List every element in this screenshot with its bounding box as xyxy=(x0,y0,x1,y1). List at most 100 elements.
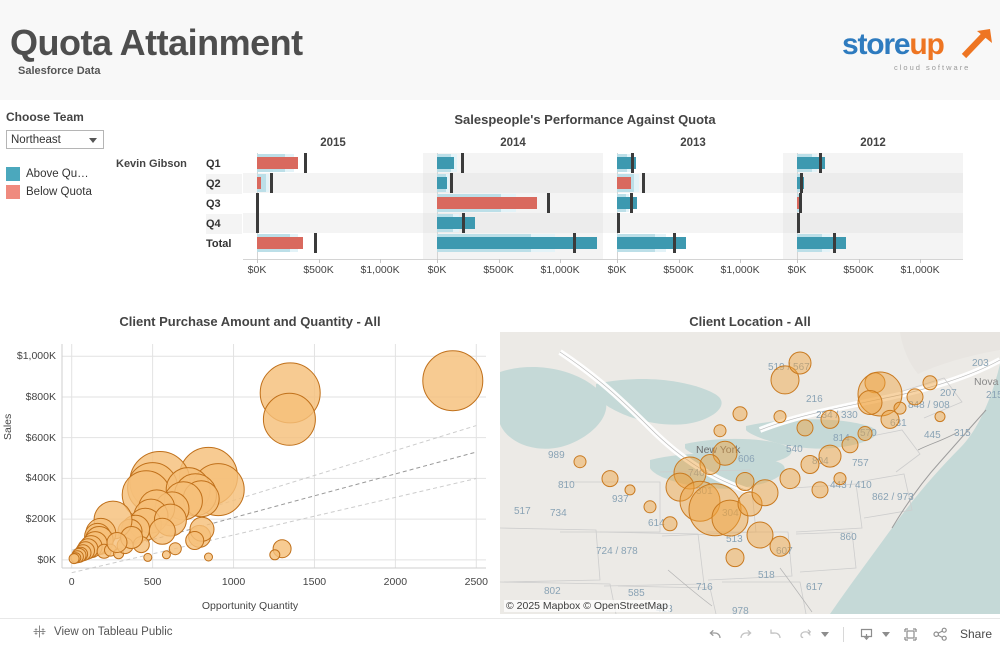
bullet-target-tick xyxy=(629,193,633,213)
bullet-target-tick xyxy=(642,173,646,193)
bullet-axis-tick-label: $500K xyxy=(843,264,874,276)
map-point[interactable] xyxy=(818,444,842,468)
map-point[interactable] xyxy=(841,436,859,454)
scatter-point[interactable] xyxy=(68,553,80,565)
scatter-point[interactable] xyxy=(422,350,484,412)
map-point[interactable] xyxy=(779,468,801,490)
view-on-tableau-public-link[interactable]: View on Tableau Public xyxy=(32,624,173,639)
bullet-target-tick xyxy=(797,213,801,233)
map-point[interactable] xyxy=(573,455,587,469)
bullet-axis: $0K $500K $1,000K xyxy=(243,259,423,281)
redo-button[interactable] xyxy=(731,622,761,646)
growth-arrow-icon xyxy=(961,29,992,59)
scatter-point[interactable] xyxy=(106,532,128,553)
scatter-chart-title: Client Purchase Amount and Quantity - Al… xyxy=(119,314,381,329)
map-point[interactable] xyxy=(811,481,829,499)
map-point[interactable] xyxy=(934,411,946,423)
map-point[interactable] xyxy=(857,390,883,415)
share-button[interactable] xyxy=(926,622,956,646)
bullet-measure-bar-total[interactable] xyxy=(257,237,303,249)
scatter-point[interactable] xyxy=(168,542,182,556)
tableau-logo-icon xyxy=(33,625,46,638)
download-button[interactable] xyxy=(852,622,882,646)
bullet-row-label-q1: Q1 xyxy=(206,158,221,170)
bullet-row-label-q4: Q4 xyxy=(206,214,242,234)
bullet-panel-2012[interactable]: 2012 $0K $500K $1,000K xyxy=(783,133,963,281)
page-subtitle: Salesforce Data xyxy=(18,65,101,77)
bullet-measure-bar-q4[interactable] xyxy=(437,217,476,229)
map-point[interactable] xyxy=(725,548,745,568)
scatter-x-tick-label: 2500 xyxy=(464,576,488,588)
scatter-y-tick-label: $0K xyxy=(37,553,56,566)
scatter-point[interactable] xyxy=(262,392,316,446)
bullet-axis-tick-label: $500K xyxy=(303,264,334,276)
bullet-panel-2015[interactable]: 2015 $0K $500K $1,000K xyxy=(243,133,423,281)
map-point[interactable] xyxy=(751,479,779,507)
scatter-point[interactable] xyxy=(185,531,205,550)
client-location-map[interactable]: 989 810 517 734 519 / 567 216 234 / 330 814 724 … xyxy=(500,332,1000,614)
bullet-target-tick xyxy=(799,193,803,213)
map-point[interactable] xyxy=(820,409,840,429)
map-point[interactable] xyxy=(833,472,847,486)
map-point[interactable] xyxy=(857,426,873,441)
dashboard-header: Quota Attainment Salesforce Data storeup… xyxy=(0,0,1000,100)
bullet-measure-bar-q3[interactable] xyxy=(617,197,638,209)
bullet-panel-2014[interactable]: 2014 $0K $500K $1,000K xyxy=(423,133,603,281)
map-title: Client Location - All xyxy=(689,314,811,329)
fullscreen-button[interactable] xyxy=(896,622,926,646)
bullet-measure-bar-q3[interactable] xyxy=(437,197,537,209)
choose-team-label: Choose Team xyxy=(6,110,84,124)
refresh-button[interactable] xyxy=(791,622,821,646)
bullet-measure-bar-total[interactable] xyxy=(797,237,847,249)
map-point[interactable] xyxy=(800,455,820,474)
bullet-measure-bar-q1[interactable] xyxy=(257,157,298,169)
undo-button[interactable] xyxy=(701,622,731,646)
map-point[interactable] xyxy=(788,351,812,375)
share-label[interactable]: Share xyxy=(960,627,992,641)
bullet-measure-bar-q1[interactable] xyxy=(437,157,455,169)
map-point[interactable] xyxy=(713,424,727,438)
bullet-target-tick xyxy=(256,213,259,233)
legend-item-below-quota[interactable]: Below Quota xyxy=(6,183,92,201)
scatter-point[interactable] xyxy=(161,550,171,560)
bullet-target-tick xyxy=(460,153,464,173)
team-filter-dropdown[interactable]: Northeast xyxy=(6,130,104,149)
legend-swatch-below xyxy=(6,185,20,199)
scatter-point[interactable] xyxy=(148,517,176,545)
bullet-axis: $0K $500K $1,000K xyxy=(603,259,783,281)
scatter-plot[interactable]: $0K $200K $400K $600K $800K $1,000K 0 500 1000 15… xyxy=(0,332,500,614)
bullet-measure-bar-q2[interactable] xyxy=(437,177,448,189)
map-point[interactable] xyxy=(922,375,938,391)
bullet-target-tick xyxy=(304,153,307,173)
map-point[interactable] xyxy=(773,410,787,424)
download-dropdown-button[interactable] xyxy=(881,622,896,646)
scatter-x-tick-label: 1500 xyxy=(302,576,327,588)
map-point[interactable] xyxy=(906,388,924,406)
revert-button[interactable] xyxy=(761,622,791,646)
map-point[interactable] xyxy=(624,484,636,496)
bullet-target-tick xyxy=(573,233,577,253)
map-point[interactable] xyxy=(662,516,678,532)
pause-dropdown-button[interactable] xyxy=(820,622,835,646)
bullet-chart-title: Salespeople's Performance Against Quota xyxy=(454,112,716,127)
scatter-point[interactable] xyxy=(204,552,213,562)
bullet-band-row xyxy=(783,173,963,193)
map-point[interactable] xyxy=(732,406,748,422)
scatter-point[interactable] xyxy=(269,549,281,561)
map-point[interactable] xyxy=(601,470,619,488)
legend-item-above-quota[interactable]: Above Qu… xyxy=(6,165,92,183)
bullet-band-row xyxy=(243,193,423,213)
map-point[interactable] xyxy=(769,535,791,557)
bullet-measure-bar-q2[interactable] xyxy=(257,177,262,189)
map-point[interactable] xyxy=(735,472,755,491)
bullet-target-tick xyxy=(818,153,822,173)
map-point[interactable] xyxy=(746,521,774,549)
map-bubbles-layer[interactable] xyxy=(500,332,1000,614)
bullet-panel-2013[interactable]: 2013 $0K $500K $1,000K xyxy=(603,133,783,281)
bullet-axis-tick-label: $0K xyxy=(607,264,627,276)
map-point[interactable] xyxy=(893,401,907,415)
map-point[interactable] xyxy=(796,419,814,437)
scatter-point[interactable] xyxy=(143,552,153,562)
map-point[interactable] xyxy=(643,500,657,514)
bullet-measure-bar-q2[interactable] xyxy=(617,177,631,189)
